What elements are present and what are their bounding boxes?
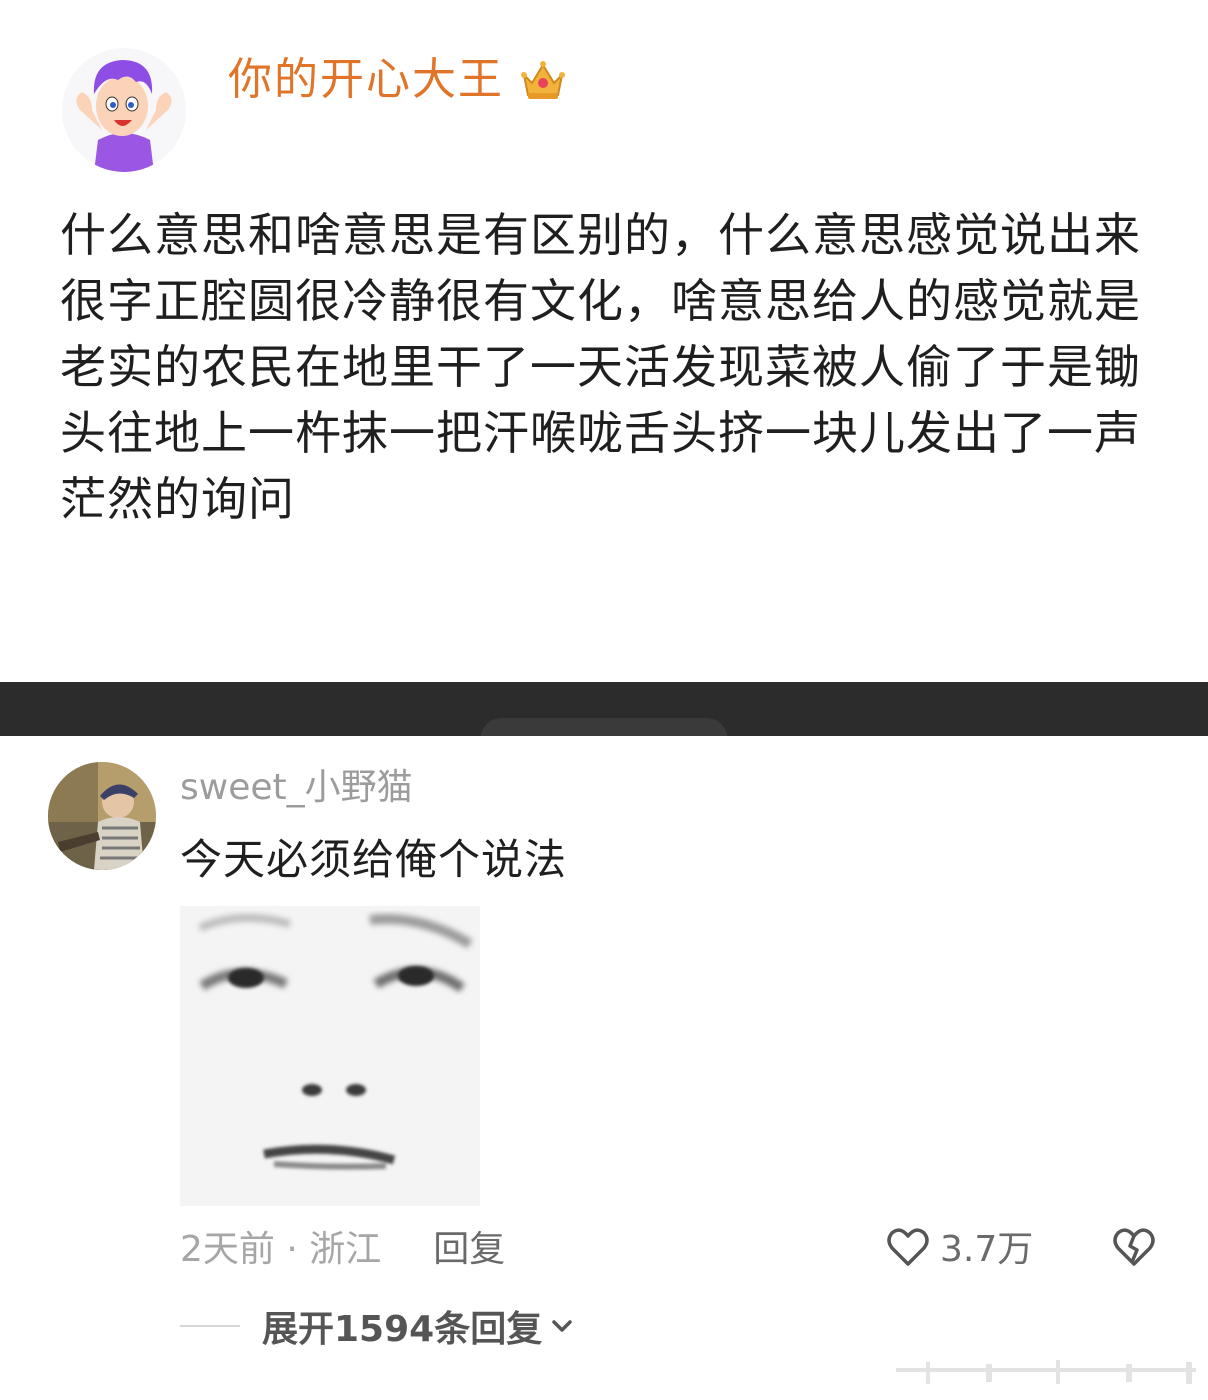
comment-username[interactable]: sweet_小野猫 <box>180 766 413 810</box>
comment-timestamp: 2天前 · 浙江 <box>180 1229 382 1270</box>
comment-text: 今天必须给俺个说法 <box>180 835 568 884</box>
comment-author-avatar[interactable] <box>48 762 156 870</box>
expand-divider-line <box>180 1325 240 1327</box>
heart-icon[interactable] <box>884 1222 932 1270</box>
dislike-button[interactable] <box>1110 1222 1158 1270</box>
reply-button[interactable]: 回复 <box>433 1220 505 1272</box>
crown-icon <box>518 55 568 105</box>
post-author-avatar[interactable] <box>62 48 186 172</box>
post-body-text: 什么意思和啥意思是有区别的，什么意思感觉说出来很字正腔圆很冷静很有文化，啥意思给… <box>60 208 1141 526</box>
watermark-graphic <box>896 1358 1196 1388</box>
comment-meta: 2天前 · 浙江 回复 <box>180 1224 505 1270</box>
post-author[interactable]: 你的开心大王 <box>228 54 568 106</box>
post-card: 你的开心大王 什么意思和啥意思是有区别的，什么意思感觉说出来很字正腔圆很冷静很有… <box>0 0 1208 682</box>
chevron-down-icon[interactable] <box>548 1312 576 1340</box>
broken-heart-icon[interactable] <box>1110 1222 1158 1270</box>
like-button[interactable]: 3.7万 <box>884 1222 1033 1270</box>
meme-face-image[interactable] <box>180 906 480 1206</box>
comment-card: sweet_小野猫 今天必须给俺个说法 2天前 · 浙江 回复 3.7万 展开1… <box>0 736 1208 1400</box>
expand-replies[interactable]: 展开1594条回复 <box>180 1304 576 1350</box>
expand-replies-label[interactable]: 展开1594条回复 <box>262 1300 542 1352</box>
post-author-name[interactable]: 你的开心大王 <box>228 54 504 106</box>
like-count: 3.7万 <box>940 1229 1034 1270</box>
